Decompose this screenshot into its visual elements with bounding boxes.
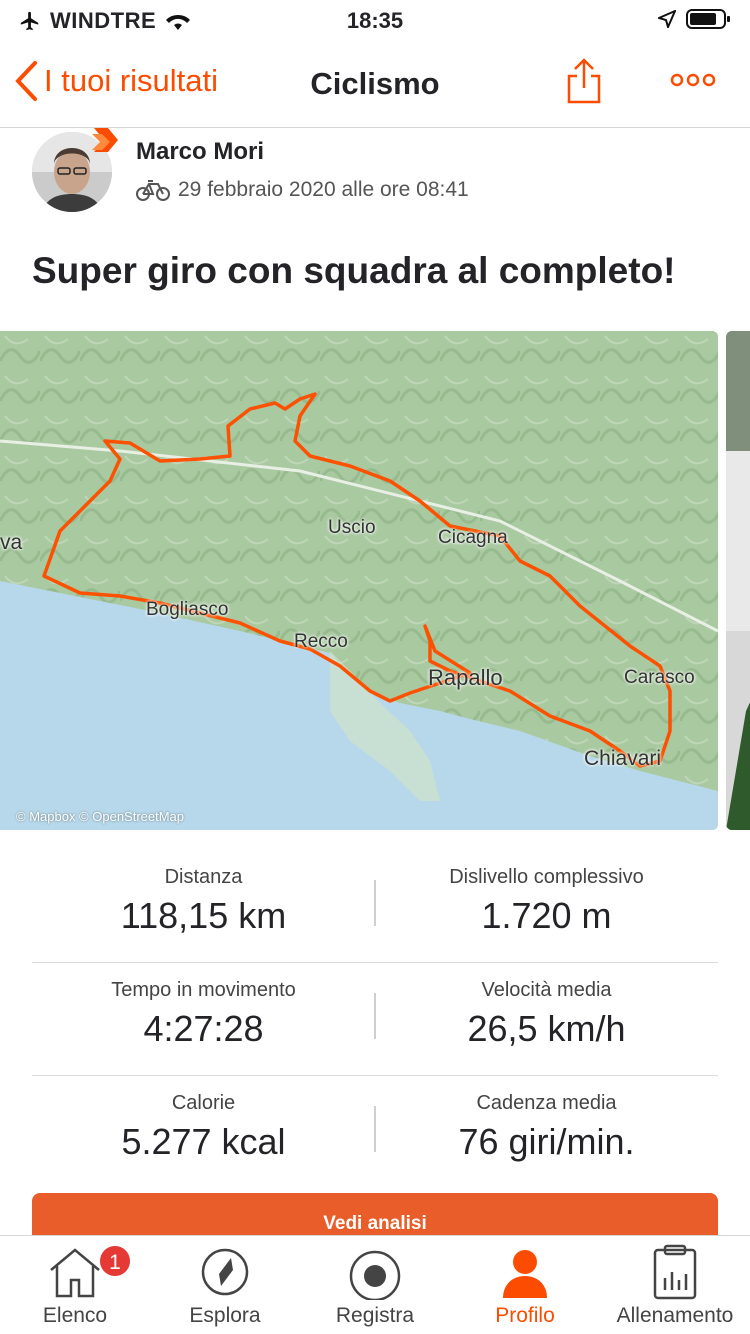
map-attribution[interactable]: © Mapbox © OpenStreetMap: [16, 809, 184, 824]
status-bar: WINDTRE 18:35: [0, 0, 750, 40]
stat-label: Velocità media: [481, 979, 612, 1001]
more-button[interactable]: [670, 72, 716, 93]
stat-value: 5.277 kcal: [121, 1121, 286, 1162]
share-button[interactable]: [566, 58, 602, 109]
photo-thumbnail-icon: [726, 331, 750, 830]
stat-label: Calorie: [171, 1092, 236, 1114]
map-label-cicagna: Cicagna: [438, 527, 508, 548]
map-label-recco: Recco: [294, 631, 348, 652]
profile-icon: [503, 1250, 547, 1298]
activity-photo[interactable]: [726, 331, 750, 830]
stat-label: Cadenza media: [476, 1092, 617, 1114]
stat-label: Tempo in movimento: [111, 979, 296, 1001]
map-label-uscio: Uscio: [328, 517, 376, 538]
navigation-bar: I tuoi risultati Ciclismo: [0, 40, 750, 128]
stat-value: 26,5 km/h: [467, 1008, 626, 1049]
share-icon: [567, 58, 601, 104]
tab-label: Profilo: [495, 1304, 555, 1327]
tab-explore[interactable]: Esplora: [150, 1236, 300, 1334]
record-icon: [349, 1250, 401, 1300]
tab-profile[interactable]: Profilo: [450, 1236, 600, 1334]
map-label-carasco: Carasco: [624, 667, 695, 688]
map-label-chiavari: Chiavari: [584, 747, 662, 770]
stat-row: Calorie 5.277 kcal Cadenza media 76 giri…: [32, 1076, 718, 1189]
stat-row: Tempo in movimento 4:27:28 Velocità medi…: [32, 963, 718, 1076]
stat-value: 1.720 m: [481, 895, 612, 936]
stat-label: Dislivello complessivo: [449, 866, 644, 888]
tab-training[interactable]: Allenamento: [600, 1236, 750, 1334]
stat-calories: Calorie 5.277 kcal: [32, 1092, 375, 1163]
route-map[interactable]: Uscio Cicagna Bogliasco Recco Rapallo Ca…: [0, 331, 718, 830]
activity-meta: 29 febbraio 2020 alle ore 08:41: [136, 178, 469, 202]
stats-grid: Distanza 118,15 km Dislivello complessiv…: [32, 850, 718, 1189]
tab-label: Allenamento: [616, 1304, 734, 1327]
map-label-bogliasco: Bogliasco: [146, 599, 229, 620]
map-label-edge: va: [0, 531, 23, 554]
training-plan-icon: [653, 1244, 697, 1300]
tab-feed[interactable]: 1 Elenco: [0, 1236, 150, 1334]
tab-bar: 1 Elenco Esplora Registra Profilo Allena…: [0, 1235, 750, 1334]
notification-badge: 1: [98, 1244, 132, 1278]
location-icon: [658, 10, 676, 28]
stat-value: 118,15 km: [120, 895, 287, 936]
map-label-rapallo: Rapallo: [428, 665, 503, 690]
more-dots-icon: [670, 73, 716, 87]
tab-label: Esplora: [189, 1304, 261, 1327]
athlete-header: Marco Mori 29 febbraio 2020 alle ore 08:…: [32, 128, 732, 216]
stat-avg-speed: Velocità media 26,5 km/h: [375, 979, 718, 1050]
stat-elevation: Dislivello complessivo 1.720 m: [375, 866, 718, 937]
athlete-name[interactable]: Marco Mori: [136, 138, 264, 166]
stat-value: 76 giri/min.: [458, 1121, 635, 1162]
stat-value: 4:27:28: [143, 1008, 264, 1049]
stat-moving-time: Tempo in movimento 4:27:28: [32, 979, 375, 1050]
activity-title: Super giro con squadra al completo!: [32, 250, 676, 291]
status-time: 18:35: [346, 8, 404, 33]
activity-date: 29 febbraio 2020 alle ore 08:41: [178, 178, 469, 201]
bike-icon: [136, 180, 170, 201]
stat-distance: Distanza 118,15 km: [32, 866, 375, 937]
page-title: Ciclismo: [310, 66, 440, 101]
stat-row: Distanza 118,15 km Dislivello complessiv…: [32, 850, 718, 963]
tab-record[interactable]: Registra: [300, 1236, 450, 1334]
stat-label: Distanza: [164, 866, 243, 888]
status-right: [658, 8, 732, 30]
stat-cadence: Cadenza media 76 giri/min.: [375, 1092, 718, 1163]
home-icon: [50, 1248, 100, 1298]
battery-icon: [686, 9, 730, 29]
premium-badge-icon: [90, 128, 118, 165]
compass-icon: [201, 1248, 249, 1296]
tab-label: Registra: [335, 1304, 415, 1327]
tab-label: Elenco: [42, 1304, 108, 1327]
